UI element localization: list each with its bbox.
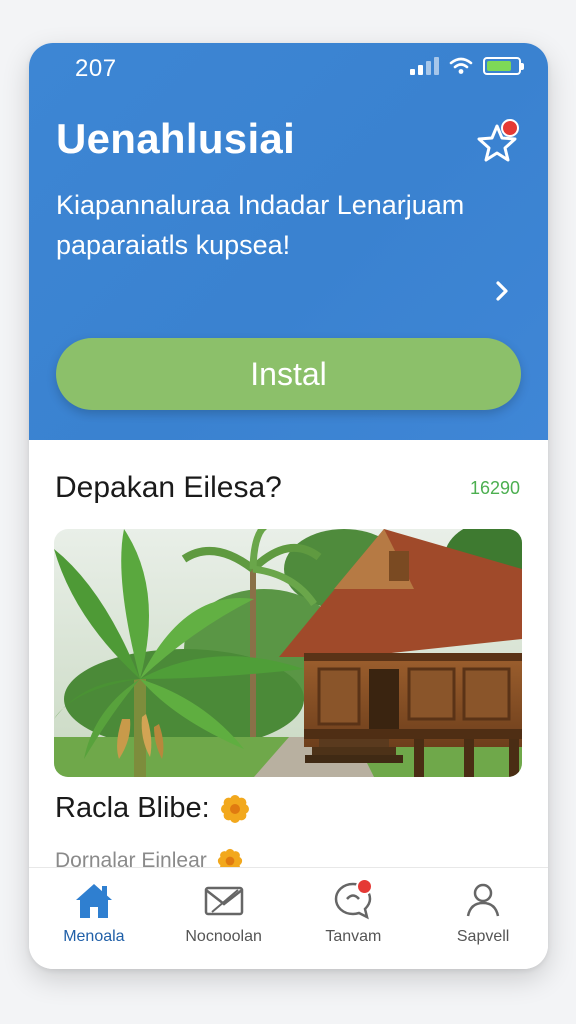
nav-item-home[interactable]: Menoala [29, 868, 159, 969]
favorite-button[interactable] [475, 119, 519, 163]
nav-item-mail[interactable]: Nocnoolan [159, 868, 289, 969]
mail-icon [204, 886, 243, 916]
nav-label-mail: Nocnoolan [185, 928, 262, 945]
section-count: 16290 [469, 478, 520, 498]
status-icons [410, 57, 524, 75]
bottom-navigation: Menoala Nocnoolan Tanvam Sapvell [29, 867, 548, 969]
card-caption: Racla Blibe: [55, 792, 250, 825]
phone-screen: 207 Uenahlusiai Kiapannaluraa Indadar Le… [29, 43, 548, 969]
hero-banner: 207 Uenahlusiai Kiapannaluraa Indadar Le… [29, 43, 548, 440]
install-button[interactable]: Instal [56, 338, 521, 410]
wifi-icon [449, 57, 473, 74]
nav-label-chat: Tanvam [325, 928, 382, 945]
section-title: Depakan Eilesa? [55, 471, 282, 504]
flower-icon [220, 794, 249, 823]
home-icon [75, 884, 112, 918]
status-time: 207 [75, 55, 117, 82]
profile-icon [466, 883, 500, 917]
chevron-right-icon[interactable] [491, 280, 513, 302]
nav-item-chat[interactable]: Tanvam [289, 868, 419, 969]
featured-image[interactable] [54, 529, 522, 777]
caption-text: Racla Blibe: [55, 792, 210, 824]
nav-item-profile[interactable]: Sapvell [418, 868, 548, 969]
nav-label-profile: Sapvell [456, 928, 510, 945]
app-title: Uenahlusiai [56, 115, 296, 162]
notification-dot [501, 119, 519, 137]
battery-level [487, 61, 511, 71]
nav-label-home: Menoala [63, 928, 125, 945]
battery-icon [483, 57, 524, 75]
hero-subtitle: Kiapannaluraa Indadar Lenarjuam paparaia… [56, 190, 465, 260]
signal-icon [410, 57, 439, 75]
banana-house-illustration [54, 529, 522, 777]
chat-icon [331, 878, 375, 922]
